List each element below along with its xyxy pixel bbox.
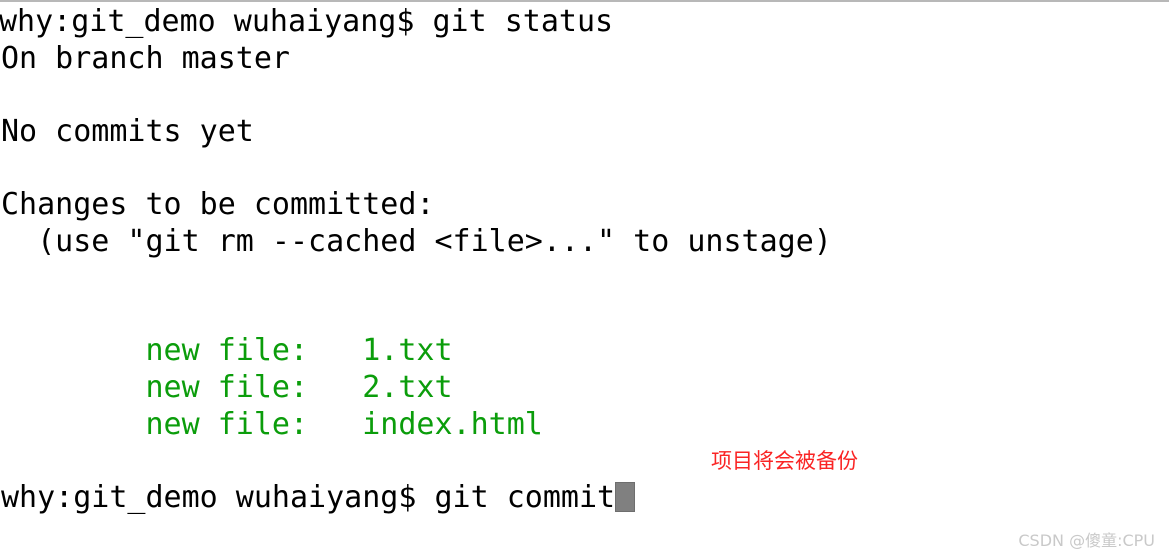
terminal-output[interactable]: why:git_demo wuhaiyang$ git status On br…: [0, 4, 1169, 516]
terminal-line-blank-2: [0, 150, 1169, 187]
terminal-prompt-text: why:git_demo wuhaiyang$ git commit: [1, 479, 616, 515]
text-cursor-block[interactable]: [615, 481, 636, 512]
terminal-line-staged-file-2: new file: 2.txt: [1, 369, 453, 405]
terminal-line-no-commits: No commits yet: [1, 113, 254, 149]
terminal-window[interactable]: why:git_demo wuhaiyang$ git status On br…: [0, 0, 1169, 558]
watermark-label: CSDN @傻童:CPU: [1018, 531, 1155, 550]
terminal-line-staged-file-1: new file: 1.txt: [1, 333, 453, 369]
terminal-prompt-line[interactable]: why:git_demo wuhaiyang$ git commit: [0, 480, 1169, 517]
terminal-line-blank-4: [0, 297, 1169, 334]
terminal-line-unstage-hint: (use "git rm --cached <file>..." to unst…: [1, 223, 832, 259]
terminal-line-blank-3: [0, 260, 1169, 297]
terminal-line-branch: On branch master: [1, 40, 290, 76]
terminal-line-staged-file-3: new file: index.html: [1, 406, 543, 442]
terminal-line-changes-header: Changes to be committed:: [1, 186, 435, 222]
annotation-note: 项目将会被备份: [711, 449, 858, 473]
terminal-line-blank-5: [0, 443, 1169, 480]
terminal-line-command-git-status: why:git_demo wuhaiyang$ git status: [0, 4, 614, 39]
terminal-line-blank-1: [0, 77, 1169, 114]
